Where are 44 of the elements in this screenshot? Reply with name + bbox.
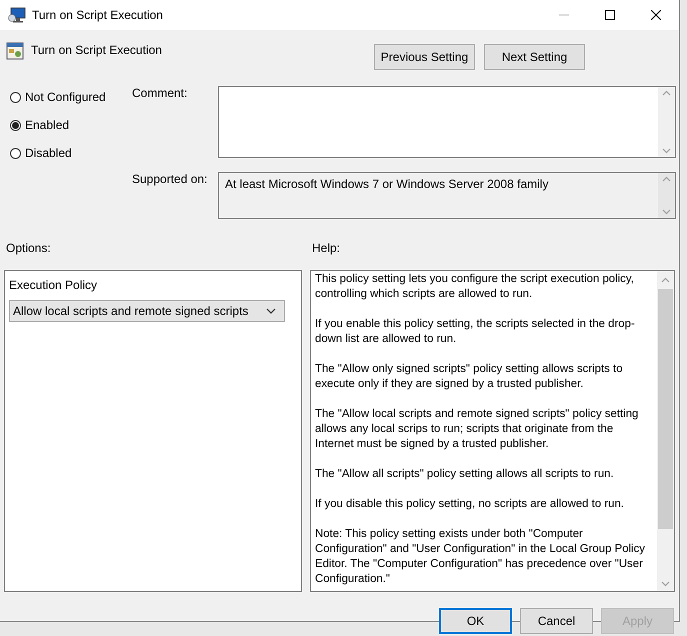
policy-dropdown[interactable]: Allow local scripts and remote signed scripts [9, 300, 285, 322]
comment-field[interactable] [218, 86, 676, 158]
radio-label[interactable]: Disabled [25, 146, 72, 160]
radio-label[interactable]: Enabled [25, 118, 70, 132]
scrollbar[interactable] [658, 172, 675, 218]
help-paragraph: Note: This policy setting exists under both "Computer Configuration" and "User Configuration" in the Local Group Policy Editor. The "Computer Configuration" has precedence over "User Configuration." [315, 527, 646, 587]
minimize-icon [559, 14, 569, 16]
radio-button[interactable] [10, 148, 21, 158]
policy-label: Execution Policy [9, 278, 98, 292]
help-paragraph: The "Allow local scripts and remote signed scripts" policy setting allows any local scrips to run; scripts that originate from the Internet must be signed by a trusted publisher. [315, 407, 640, 452]
scrollbar-thumb[interactable] [658, 289, 673, 529]
dropdown-value: Allow local scripts and remote signed scripts [13, 304, 248, 318]
dialog-button[interactable]: OK [439, 608, 512, 634]
help-paragraph: The "Allow all scripts" policy setting allows all scripts to run. [315, 467, 615, 482]
chevron-down-icon [266, 308, 276, 314]
help-paragraph: If you disable this policy setting, no scripts are allowed to run. [315, 497, 625, 512]
help-paragraph: If you enable this policy setting, the scripts selected in the drop-down list are allowed to run. [315, 317, 636, 347]
policy-window-icon [6, 42, 24, 60]
chevron-down-icon [661, 581, 670, 587]
chevron-up-icon [662, 90, 671, 96]
nav-button[interactable]: Next Setting [484, 44, 585, 70]
supported-on-text: At least Microsoft Windows 7 or Windows Server 2008 family [224, 176, 550, 192]
dialog-button[interactable]: Cancel [520, 608, 593, 634]
scrollbar[interactable] [658, 87, 675, 157]
field-label: Comment: [132, 86, 188, 102]
section-label: Help: [312, 241, 340, 257]
setting-title: Turn on Script Execution [31, 43, 162, 57]
help-paragraph: This policy setting lets you configure the script execution policy, controlling which scripts are allowed to run. [315, 272, 635, 302]
chevron-up-icon [661, 277, 670, 283]
radio-button[interactable] [10, 120, 21, 130]
help-paragraph: The "Allow only signed scripts" policy setting allows scripts to execute only if they are signed by a trusted publisher. [315, 362, 624, 392]
chevron-down-icon [662, 208, 671, 214]
radio-button[interactable] [10, 92, 21, 102]
field-label: Supported on: [132, 172, 208, 188]
computer-icon [8, 7, 26, 23]
section-label: Options: [6, 241, 52, 257]
chevron-up-icon [662, 176, 671, 182]
radio-label[interactable]: Not Configured [25, 90, 106, 104]
nav-button[interactable]: Previous Setting [374, 44, 475, 70]
chevron-down-icon [662, 148, 671, 154]
maximize-icon [605, 10, 615, 20]
scrollbar[interactable] [657, 271, 674, 591]
close-icon [651, 10, 661, 20]
window-title: Turn on Script Execution [32, 8, 163, 22]
